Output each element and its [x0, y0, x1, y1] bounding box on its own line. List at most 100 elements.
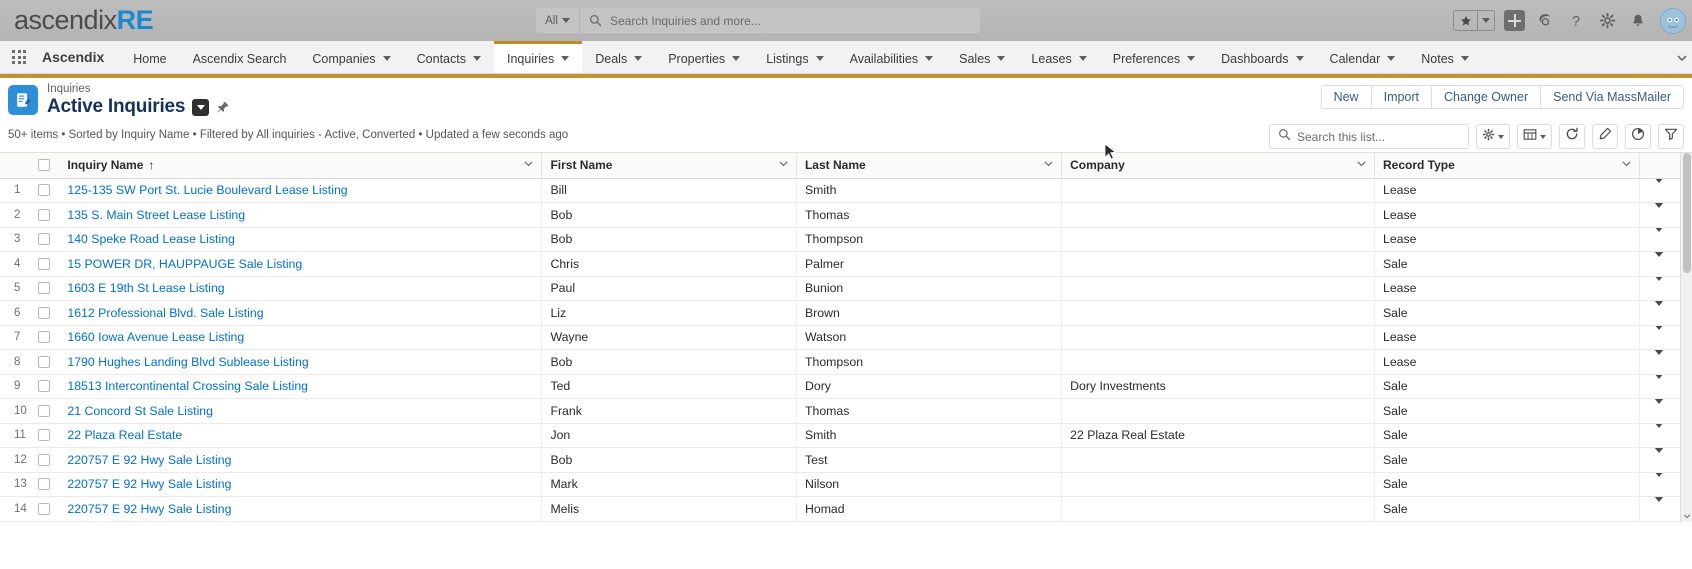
- row-actions-caret-icon[interactable]: [1654, 374, 1665, 394]
- row-checkbox[interactable]: [37, 208, 50, 221]
- edit-button[interactable]: [1592, 124, 1618, 149]
- pin-icon[interactable]: [216, 100, 230, 114]
- row-actions-cell[interactable]: [1639, 276, 1680, 301]
- row-actions-caret-icon[interactable]: [1654, 398, 1665, 418]
- column-header-last-name[interactable]: Last Name: [796, 153, 1063, 179]
- inquiry-name-link[interactable]: 220757 E 92 Hwy Sale Listing: [67, 453, 231, 467]
- row-select-cell[interactable]: [29, 398, 60, 424]
- list-view-controls-button[interactable]: [1476, 124, 1510, 149]
- row-actions-cell[interactable]: [1639, 349, 1680, 375]
- import-button[interactable]: Import: [1370, 85, 1432, 109]
- chevron-down-icon[interactable]: [1621, 158, 1632, 172]
- help-icon[interactable]: ?: [1565, 10, 1587, 32]
- nav-item-ascendix-search[interactable]: Ascendix Search: [180, 41, 300, 73]
- row-actions-caret-icon[interactable]: [1654, 349, 1665, 369]
- table-row[interactable]: 13 220757 E 92 Hwy Sale Listing Mark Nilson…: [0, 472, 1680, 497]
- column-header-company[interactable]: Company: [1061, 153, 1375, 179]
- row-checkbox[interactable]: [37, 355, 50, 368]
- row-select-cell[interactable]: [29, 276, 60, 301]
- favorites-control[interactable]: [1453, 10, 1495, 31]
- row-actions-cell[interactable]: [1639, 251, 1680, 277]
- row-actions-cell[interactable]: [1639, 227, 1680, 252]
- notifications-bell-icon[interactable]: [1627, 10, 1649, 32]
- chevron-down-icon[interactable]: [561, 56, 570, 61]
- nav-overflow-caret-icon[interactable]: [1676, 41, 1688, 74]
- row-checkbox[interactable]: [37, 282, 50, 295]
- favorites-caret-icon[interactable]: [1478, 11, 1494, 30]
- row-actions-caret-icon[interactable]: [1654, 227, 1665, 247]
- filter-button[interactable]: [1658, 124, 1684, 149]
- row-actions-caret-icon[interactable]: [1654, 276, 1665, 296]
- row-actions-caret-icon[interactable]: [1654, 178, 1665, 198]
- chevron-down-icon[interactable]: [382, 56, 391, 61]
- table-row[interactable]: 12 220757 E 92 Hwy Sale Listing Bob Test Sal…: [0, 447, 1680, 473]
- cell-inquiry-name[interactable]: 1612 Professional Blvd. Sale Listing: [59, 300, 543, 326]
- chevron-down-icon[interactable]: [815, 56, 824, 61]
- table-row[interactable]: 2 135 S. Main Street Lease Listing Bob Thom…: [0, 202, 1680, 228]
- send-via-massmailer-button[interactable]: Send Via MassMailer: [1540, 85, 1684, 109]
- app-launcher-icon[interactable]: [0, 41, 38, 73]
- inquiry-name-link[interactable]: 18513 Intercontinental Crossing Sale Lis…: [67, 379, 308, 393]
- table-row[interactable]: 3 140 Speke Road Lease Listing Bob Thompson…: [0, 227, 1680, 252]
- global-search-scope[interactable]: All: [536, 8, 580, 33]
- row-select-cell[interactable]: [29, 472, 60, 497]
- list-view-caret-icon[interactable]: [192, 98, 210, 116]
- row-select-cell[interactable]: [29, 349, 60, 375]
- row-select-cell[interactable]: [29, 423, 60, 448]
- inquiry-name-link[interactable]: 125-135 SW Port St. Lucie Boulevard Leas…: [67, 183, 347, 197]
- nav-item-inquiries[interactable]: Inquiries: [493, 41, 583, 73]
- nav-item-leases[interactable]: Leases: [1018, 41, 1099, 73]
- column-header-record-type[interactable]: Record Type: [1374, 153, 1641, 179]
- cell-inquiry-name[interactable]: 18513 Intercontinental Crossing Sale Lis…: [59, 374, 543, 399]
- table-row[interactable]: 14 220757 E 92 Hwy Sale Listing Melis Homad…: [0, 496, 1680, 522]
- row-actions-cell[interactable]: [1639, 496, 1680, 522]
- cell-inquiry-name[interactable]: 1660 Iowa Avenue Lease Listing: [59, 325, 543, 350]
- cell-inquiry-name[interactable]: 125-135 SW Port St. Lucie Boulevard Leas…: [59, 178, 543, 203]
- cell-inquiry-name[interactable]: 1790 Hughes Landing Blvd Sublease Listin…: [59, 349, 543, 375]
- row-checkbox[interactable]: [37, 257, 50, 270]
- nav-item-home[interactable]: Home: [120, 41, 179, 73]
- row-checkbox[interactable]: [37, 502, 50, 515]
- refresh-button[interactable]: [1559, 124, 1585, 149]
- chevron-down-icon[interactable]: [1460, 56, 1469, 61]
- change-owner-button[interactable]: Change Owner: [1431, 85, 1541, 109]
- chevron-down-icon[interactable]: [732, 56, 741, 61]
- row-actions-cell[interactable]: [1639, 398, 1680, 424]
- row-actions-cell[interactable]: [1639, 300, 1680, 326]
- inquiry-name-link[interactable]: 1612 Professional Blvd. Sale Listing: [67, 306, 263, 320]
- inquiry-name-link[interactable]: 140 Speke Road Lease Listing: [67, 232, 235, 246]
- row-checkbox[interactable]: [37, 331, 50, 344]
- chevron-down-icon[interactable]: [472, 56, 481, 61]
- row-select-cell[interactable]: [29, 325, 60, 350]
- nav-item-preferences[interactable]: Preferences: [1100, 41, 1208, 73]
- table-row[interactable]: 7 1660 Iowa Avenue Lease Listing Wayne Wats…: [0, 325, 1680, 350]
- row-actions-cell[interactable]: [1639, 202, 1680, 228]
- column-header-inquiry-name[interactable]: Inquiry Name ↑: [59, 153, 543, 179]
- vertical-scrollbar[interactable]: [1680, 153, 1692, 522]
- chevron-down-icon[interactable]: [997, 56, 1006, 61]
- row-actions-cell[interactable]: [1639, 374, 1680, 399]
- nav-item-contacts[interactable]: Contacts: [404, 41, 494, 73]
- row-actions-caret-icon[interactable]: [1654, 300, 1665, 320]
- nav-item-dashboards[interactable]: Dashboards: [1208, 41, 1316, 73]
- new-button[interactable]: New: [1320, 85, 1371, 109]
- chevron-down-icon[interactable]: [1078, 56, 1087, 61]
- row-select-cell[interactable]: [29, 251, 60, 277]
- chevron-down-icon[interactable]: [634, 56, 643, 61]
- setup-assistant-icon[interactable]: [1534, 10, 1556, 32]
- chevron-down-icon[interactable]: [1356, 158, 1367, 172]
- nav-item-companies[interactable]: Companies: [299, 41, 403, 73]
- nav-item-notes[interactable]: Notes: [1408, 41, 1482, 73]
- inquiry-name-link[interactable]: 135 S. Main Street Lease Listing: [67, 208, 245, 222]
- inquiry-name-link[interactable]: 1603 E 19th St Lease Listing: [67, 281, 224, 295]
- inquiry-name-link[interactable]: 220757 E 92 Hwy Sale Listing: [67, 477, 231, 491]
- cell-inquiry-name[interactable]: 135 S. Main Street Lease Listing: [59, 202, 543, 228]
- chevron-down-icon[interactable]: [778, 158, 789, 172]
- cell-inquiry-name[interactable]: 220757 E 92 Hwy Sale Listing: [59, 472, 543, 497]
- row-select-cell[interactable]: [29, 227, 60, 252]
- cell-inquiry-name[interactable]: 22 Plaza Real Estate: [59, 423, 543, 448]
- user-avatar[interactable]: [1660, 7, 1686, 34]
- nav-item-deals[interactable]: Deals: [582, 41, 655, 73]
- cell-inquiry-name[interactable]: 220757 E 92 Hwy Sale Listing: [59, 496, 543, 522]
- nav-item-sales[interactable]: Sales: [946, 41, 1018, 73]
